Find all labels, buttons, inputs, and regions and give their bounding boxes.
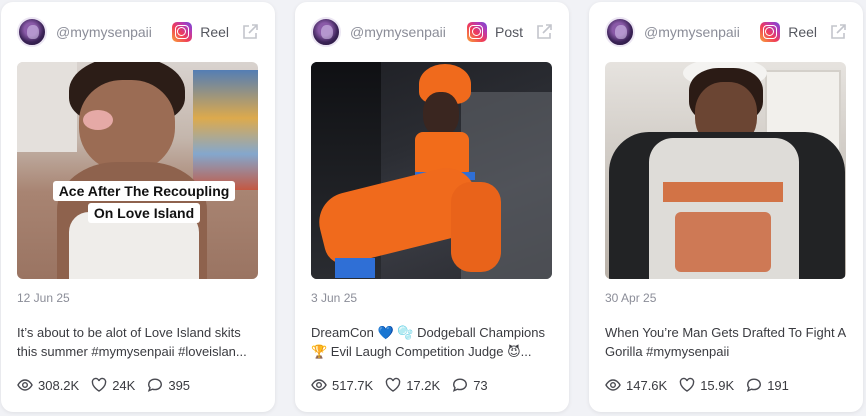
card-header: @mymysenpaii Reel: [17, 16, 259, 48]
card-header: @mymysenpaii Reel: [605, 16, 847, 48]
views-stat: 308.2K: [17, 377, 79, 393]
likes-count: 17.2K: [406, 377, 441, 393]
post-date: 12 Jun 25: [17, 291, 70, 305]
likes-count: 24K: [112, 377, 136, 393]
post-media-thumbnail[interactable]: [311, 62, 552, 279]
likes-stat: 17.2K: [385, 377, 440, 393]
post-media-thumbnail[interactable]: [605, 62, 846, 279]
comments-count: 191: [767, 377, 789, 393]
comments-count: 73: [473, 377, 488, 393]
likes-stat: 24K: [91, 377, 135, 393]
account-handle[interactable]: @mymysenpaii: [56, 24, 172, 40]
comments-count: 395: [168, 377, 191, 393]
views-stat: 517.7K: [311, 377, 373, 393]
eye-icon: [311, 379, 327, 391]
account-handle[interactable]: @mymysenpaii: [644, 24, 760, 40]
external-link-icon[interactable]: [829, 23, 847, 41]
eye-icon: [17, 379, 33, 391]
views-count: 517.7K: [332, 377, 374, 393]
media-caption: Ace After The Recoupling On Love Island: [51, 180, 237, 224]
post-media-thumbnail[interactable]: Ace After The Recoupling On Love Island: [17, 62, 258, 279]
comment-icon: [453, 378, 468, 392]
eye-icon: [605, 379, 621, 391]
post-stats: 147.6K 15.9K 191: [605, 377, 801, 393]
views-stat: 147.6K: [605, 377, 667, 393]
post-stats: 308.2K 24K 395: [17, 377, 202, 393]
avatar[interactable]: [17, 17, 47, 47]
external-link-icon[interactable]: [241, 23, 259, 41]
post-type-label: Reel: [788, 24, 817, 40]
post-date: 3 Jun 25: [311, 291, 358, 305]
post-description: DreamCon 💙 🫧 Dodgeball Champions 🏆 Evil …: [311, 325, 545, 359]
comments-stat: 191: [746, 377, 789, 393]
post-card[interactable]: @mymysenpaii Reel 30 Apr 25 When You’re …: [589, 2, 863, 412]
external-link-icon[interactable]: [535, 23, 553, 41]
post-card[interactable]: @mymysenpaii Post 3 Jun 25 DreamCon 💙 🫧 …: [295, 2, 569, 412]
comments-stat: 73: [452, 377, 488, 393]
likes-count: 15.9K: [700, 377, 735, 393]
heart-icon: [385, 377, 401, 392]
heart-icon: [679, 377, 695, 392]
avatar[interactable]: [311, 17, 341, 47]
post-date: 30 Apr 25: [605, 291, 657, 305]
media-caption-line: Ace After The Recoupling: [52, 181, 236, 201]
account-handle[interactable]: @mymysenpaii: [350, 24, 467, 40]
instagram-icon: [172, 22, 193, 42]
instagram-icon: [466, 22, 487, 42]
card-header: @mymysenpaii Post: [311, 16, 553, 48]
post-card[interactable]: @mymysenpaii Reel Ace After The Recoupli…: [1, 2, 275, 412]
heart-icon: [91, 377, 107, 392]
avatar[interactable]: [605, 17, 635, 47]
post-description: It’s about to be alot of Love Island ski…: [17, 325, 247, 359]
post-type-label: Reel: [200, 24, 229, 40]
comment-icon: [747, 378, 762, 392]
post-type-label: Post: [494, 24, 523, 40]
post-description: When You’re Man Gets Drafted To Fight A …: [605, 325, 846, 359]
post-stats: 517.7K 17.2K 73: [311, 377, 500, 393]
views-count: 308.2K: [38, 377, 80, 393]
comments-stat: 395: [147, 377, 190, 393]
likes-stat: 15.9K: [679, 377, 734, 393]
views-count: 147.6K: [626, 377, 668, 393]
media-caption-line: On Love Island: [87, 203, 201, 223]
instagram-icon: [760, 22, 781, 42]
comment-icon: [148, 378, 163, 392]
